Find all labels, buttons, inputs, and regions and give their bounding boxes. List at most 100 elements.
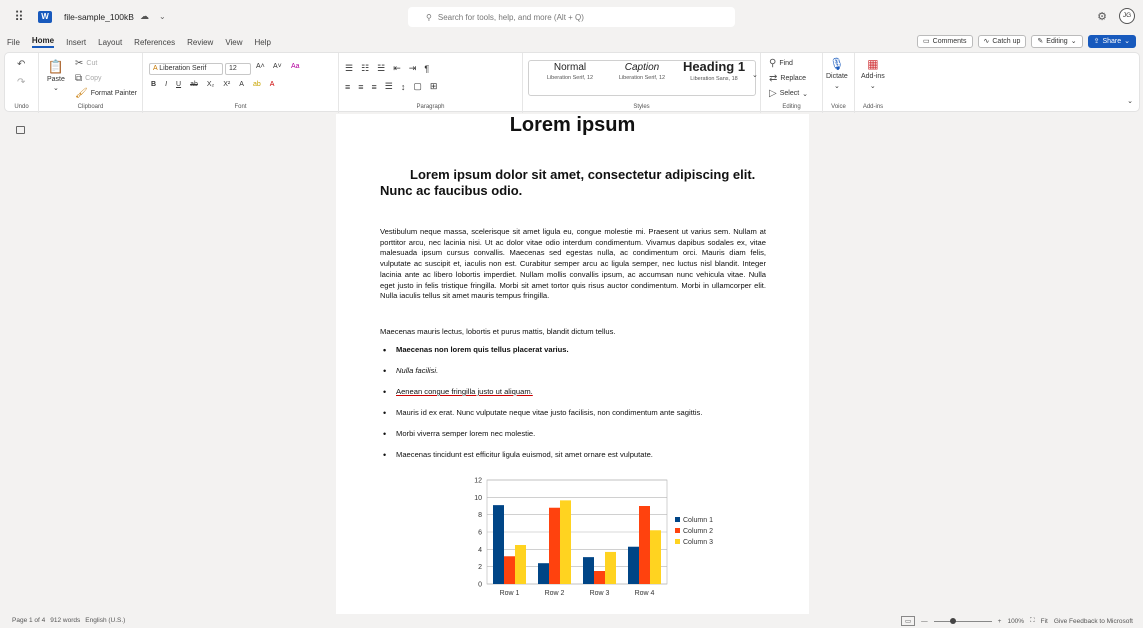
show-formatting-icon[interactable]: ¶ xyxy=(424,64,429,74)
tab-file[interactable]: File xyxy=(7,38,20,47)
undo-button[interactable]: ↶ xyxy=(17,59,25,70)
shading-icon[interactable]: ▢ xyxy=(413,81,422,92)
navigation-strip xyxy=(4,118,34,608)
redo-button[interactable]: ↷ xyxy=(17,77,25,88)
shrink-font-button[interactable]: A˅ xyxy=(273,63,282,70)
legend-label: Column 1 xyxy=(683,517,713,524)
search-input[interactable]: Search for tools, help, and more (Alt + … xyxy=(438,13,584,22)
share-button[interactable]: ⇪ Share ⌄ xyxy=(1087,35,1136,48)
align-right-icon[interactable]: ≡ xyxy=(372,82,377,92)
zoom-level[interactable]: 100% xyxy=(1007,618,1024,625)
highlight-button[interactable]: ab xyxy=(253,81,261,88)
chart-bar xyxy=(650,530,661,584)
format-painter-button[interactable]: 🖌 Format Painter xyxy=(75,88,137,99)
word-count[interactable]: 912 words xyxy=(50,617,80,624)
search-box[interactable]: ⚲ Search for tools, help, and more (Alt … xyxy=(408,7,735,27)
multilevel-list-icon[interactable]: ☱ xyxy=(377,63,385,74)
dictate-button[interactable]: 🎙 Dictate ⌄ xyxy=(826,57,848,90)
font-label: Font xyxy=(234,104,247,110)
editing-mode-button[interactable]: ✎ Editing ⌄ xyxy=(1031,35,1083,48)
file-name[interactable]: file-sample_100kB xyxy=(64,12,134,22)
replace-button[interactable]: ⇄ Replace xyxy=(769,73,806,84)
comments-button[interactable]: ▭ Comments xyxy=(917,35,973,48)
bullets-icon[interactable]: ☰ xyxy=(345,63,353,74)
font-size-select[interactable]: 12 xyxy=(225,63,251,75)
decrease-indent-icon[interactable]: ⇤ xyxy=(393,63,401,74)
tab-layout[interactable]: Layout xyxy=(98,38,122,47)
language[interactable]: English (U.S.) xyxy=(85,617,125,624)
underline-button[interactable]: U xyxy=(176,81,181,88)
y-tick-label: 10 xyxy=(474,495,482,502)
select-icon: ▷ xyxy=(769,88,777,99)
tab-home[interactable]: Home xyxy=(31,36,55,48)
tab-review[interactable]: Review xyxy=(187,38,213,47)
zoom-in-button[interactable]: + xyxy=(998,618,1002,625)
collapse-ribbon-button[interactable]: ⌄ xyxy=(1127,97,1133,105)
increase-indent-icon[interactable]: ⇥ xyxy=(409,63,417,74)
navigation-pane-icon[interactable] xyxy=(16,126,25,134)
chart-bar xyxy=(515,545,526,584)
bold-button[interactable]: B xyxy=(151,81,156,88)
style-heading1[interactable]: Heading 1 Liberation Sans, 18 xyxy=(678,58,750,94)
focus-mode-icon[interactable]: ▭ xyxy=(901,616,916,626)
align-left-icon[interactable]: ≡ xyxy=(345,82,350,92)
y-tick-label: 8 xyxy=(478,512,482,519)
subscript-button[interactable]: X₂ xyxy=(207,81,214,88)
list-item: Maecenas non lorem quis tellus placerat … xyxy=(383,345,776,366)
align-center-icon[interactable]: ≡ xyxy=(358,82,363,92)
paste-button[interactable]: 📋 Paste ⌄ xyxy=(47,59,65,92)
tab-view[interactable]: View xyxy=(225,38,242,47)
borders-icon[interactable]: ⊞ xyxy=(430,81,438,92)
feedback-link[interactable]: Give Feedback to Microsoft xyxy=(1054,618,1133,625)
chart-bar xyxy=(605,551,616,584)
font-color-button[interactable]: A xyxy=(270,81,275,88)
document-page[interactable]: Lorem ipsum Lorem ipsum dolor sit amet, … xyxy=(336,114,809,614)
strikethrough-button[interactable]: ab xyxy=(190,81,198,88)
y-tick-label: 0 xyxy=(478,582,482,589)
chevron-down-icon[interactable]: ⌄ xyxy=(159,12,166,21)
tab-references[interactable]: References xyxy=(134,38,175,47)
styles-more-button[interactable]: ⌄ xyxy=(752,71,758,79)
change-case-button[interactable]: Aa xyxy=(291,63,300,70)
list-item: Nulla facilisi. xyxy=(383,366,776,387)
numbering-icon[interactable]: ☷ xyxy=(361,63,369,74)
italic-button[interactable]: I xyxy=(165,81,167,88)
document-subtitle: Lorem ipsum dolor sit amet, consectetur … xyxy=(380,167,756,198)
copy-button[interactable]: ⧉ Copy xyxy=(75,73,101,84)
zoom-slider[interactable] xyxy=(933,617,992,624)
catchup-button[interactable]: ∿ Catch up xyxy=(977,35,1027,48)
addins-button[interactable]: ▦ Add-ins ⌄ xyxy=(861,57,885,90)
title-bar: ⠿ W file-sample_100kB ☁ ⌄ ⚲ Search for t… xyxy=(0,0,1143,33)
page-count[interactable]: Page 1 of 4 xyxy=(12,617,45,624)
scissors-icon: ✂ xyxy=(75,58,84,69)
select-button[interactable]: ▷ Select ⌄ xyxy=(769,88,808,99)
body-paragraph-1: Vestibulum neque massa, scelerisque sit … xyxy=(380,227,766,301)
paragraph-label: Paragraph xyxy=(416,104,445,110)
find-button[interactable]: ⚲ Find xyxy=(769,58,793,69)
change-case-icon: Aa xyxy=(291,63,300,70)
undo-icon: ↶ xyxy=(17,59,26,70)
style-normal[interactable]: Normal Liberation Serif, 12 xyxy=(535,58,605,94)
tab-insert[interactable]: Insert xyxy=(66,38,86,47)
font-family-select[interactable]: A Liberation Serif xyxy=(149,63,223,75)
styles-label: Styles xyxy=(633,104,650,110)
text-effects-button[interactable]: A xyxy=(239,81,244,88)
grow-font-button[interactable]: A˄ xyxy=(256,63,265,70)
tab-help[interactable]: Help xyxy=(255,38,271,47)
superscript-button[interactable]: X² xyxy=(223,81,230,88)
zoom-out-button[interactable]: — xyxy=(921,618,928,625)
y-tick-label: 2 xyxy=(478,564,482,571)
document-title: Lorem ipsum xyxy=(509,114,636,136)
line-spacing-icon[interactable]: ↕ xyxy=(401,82,406,92)
style-caption[interactable]: Caption Liberation Serif, 12 xyxy=(607,58,677,94)
clipboard-icon: 📋 xyxy=(47,59,65,74)
justify-icon[interactable]: ☰ xyxy=(385,81,393,92)
avatar[interactable]: JG xyxy=(1119,8,1135,24)
settings-icon[interactable]: ⚙ xyxy=(1097,10,1107,23)
fit-button[interactable]: Fit xyxy=(1041,618,1048,625)
cut-button[interactable]: ✂ Cut xyxy=(75,58,97,69)
app-launcher-icon[interactable]: ⠿ xyxy=(0,9,38,25)
chart-bar xyxy=(639,506,650,584)
zoom-slider-thumb[interactable] xyxy=(949,617,956,624)
list-item: Aenean congue fringilla justo ut aliquam… xyxy=(383,387,776,408)
